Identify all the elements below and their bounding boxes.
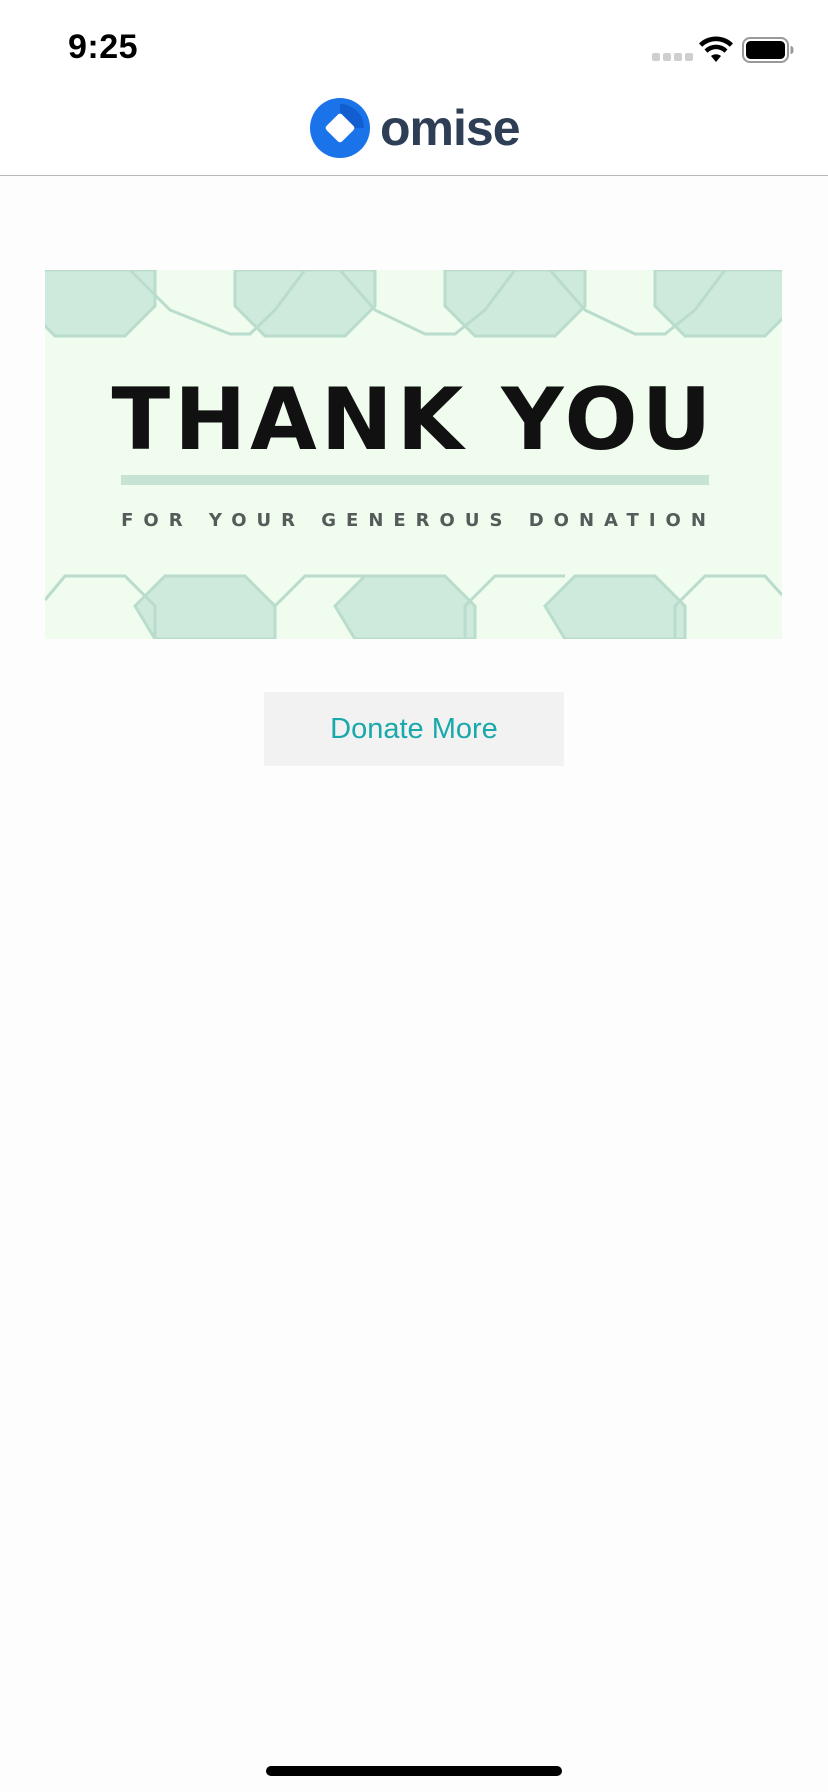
signal-dots-icon	[652, 53, 693, 61]
thank-you-banner: THANK YOU FOR YOUR GENEROUS DONATION	[45, 270, 782, 639]
thank-you-screen: 9:25 omise THANK YOU FOR YOUR GENEROUS D…	[0, 0, 828, 1792]
banner-divider	[121, 475, 709, 485]
banner-title: THANK YOU	[111, 370, 716, 470]
omise-logo-icon	[310, 98, 370, 158]
home-indicator[interactable]	[266, 1766, 562, 1776]
brand-name: omise	[380, 100, 521, 156]
banner-subtitle: FOR YOUR GENEROUS DONATION	[121, 510, 716, 531]
nav-bar: omise	[0, 88, 828, 176]
status-bar: 9:25	[0, 0, 828, 88]
brand: omise	[310, 98, 521, 158]
wifi-icon	[699, 36, 733, 62]
battery-icon	[742, 37, 794, 63]
donate-more-button[interactable]: Donate More	[264, 692, 564, 766]
status-time: 9:25	[68, 28, 139, 66]
